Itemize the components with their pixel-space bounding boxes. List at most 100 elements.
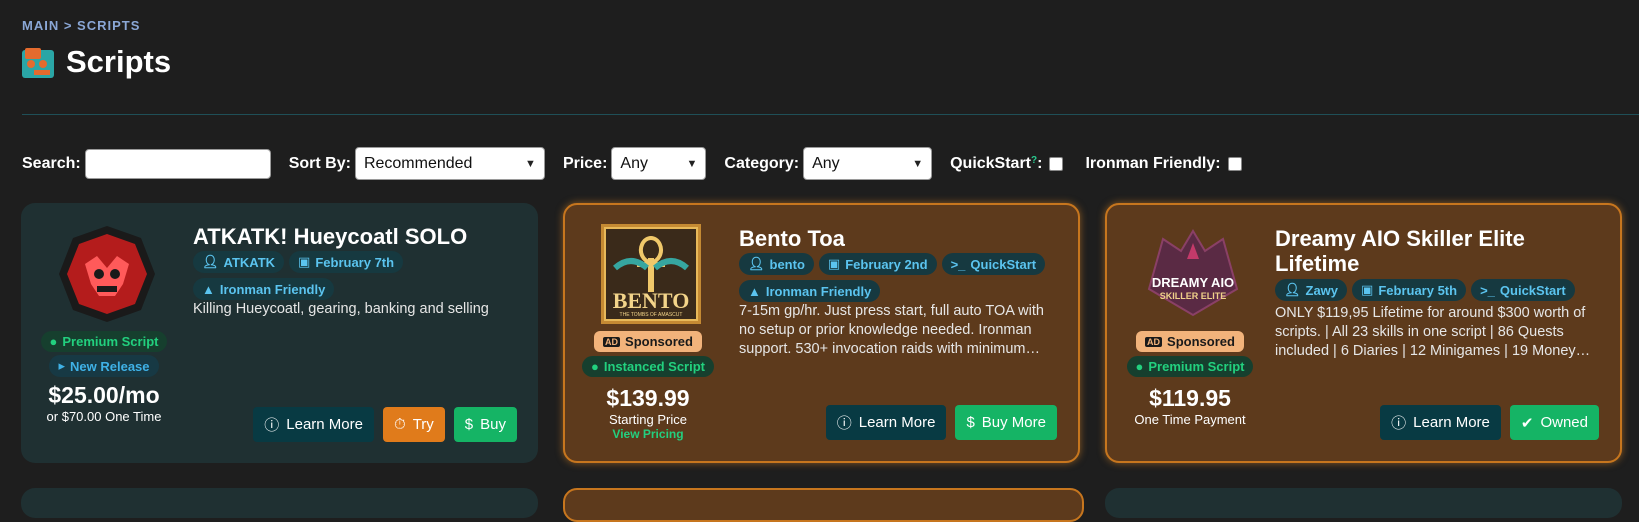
ironman-label: Ironman Friendly: (1085, 154, 1221, 172)
sort-label: Sort By: (288, 154, 351, 172)
check-icon: ✔ (1520, 414, 1534, 432)
sponsored-badge: AD Sponsored (1136, 331, 1244, 352)
view-pricing-link[interactable]: View Pricing (565, 427, 731, 441)
sort-select[interactable]: Recommended ▼ (354, 147, 545, 180)
breadcrumb[interactable]: MAIN > SCRIPTS (22, 18, 140, 33)
badge-stack: ● Premium Script (21, 331, 187, 352)
buy-button[interactable]: $ Buy (453, 407, 517, 442)
script-description: 7-15m gp/hr. Just press start, full auto… (739, 303, 1044, 357)
script-description: Killing Hueycoatl, gearing, banking and … (193, 301, 489, 317)
ad-icon: AD (1145, 336, 1163, 347)
page-header: Scripts (22, 44, 171, 80)
logo-sub: THE TOMBS OF AMASCUT (619, 312, 683, 318)
learn-more-button[interactable]: ⓘ Learn More (1380, 405, 1501, 440)
try-button[interactable]: ⏱ Try (382, 407, 445, 442)
badge-stack-2: ▸ New Release (21, 355, 187, 377)
terminal-icon: >_ (1480, 282, 1495, 298)
script-logo-bento[interactable]: BENTO THE TOMBS OF AMASCUT (601, 224, 701, 324)
script-card: ● Premium Script ▸ New Release $25.00/mo o… (21, 203, 538, 463)
chevron-down-icon: ▼ (525, 157, 536, 170)
price: $25.00/mo (48, 382, 160, 408)
author-chip[interactable]: 👤︎ ATKATK (193, 251, 285, 273)
meta-chips: 👤︎ ATKATK ▣ February 7th ▲ Ironman Friendly (193, 251, 513, 300)
price-block: $139.99 Starting Price View Pricing (565, 385, 731, 441)
date-chip: ▣ February 2nd (818, 253, 937, 275)
price-sub: or $70.00 One Time (46, 409, 162, 424)
script-card-sponsored: BENTO THE TOMBS OF AMASCUT AD Sponsored ●… (563, 203, 1080, 463)
ironman-chip: ▲ Ironman Friendly (193, 278, 335, 300)
logo-text: BENTO (612, 288, 690, 313)
author-chip[interactable]: 👤︎ bento (739, 253, 814, 275)
quickstart-label: QuickStart?: (950, 155, 1042, 173)
category-label: Category: (724, 154, 800, 172)
stopwatch-icon: ⏱ (393, 416, 406, 433)
next-card-peek (1105, 488, 1622, 518)
premium-badge: ● Premium Script (1126, 356, 1254, 377)
filter-bar: Search: Sort By: Recommended ▼ Price: An… (22, 147, 1264, 180)
badge-stack-2: ● Premium Script (1107, 356, 1273, 377)
price-select[interactable]: Any ▼ (611, 147, 707, 180)
script-name[interactable]: ATKATK! Hueycoatl SOLO (193, 224, 467, 249)
ironman-chip: ▲ Ironman Friendly (739, 280, 881, 302)
award-icon: ● (591, 359, 599, 374)
chevron-down-icon: ▼ (912, 157, 924, 170)
thumbs-up-icon: ▲ (202, 281, 215, 297)
logo-sub: SKILLER ELITE (1159, 291, 1227, 301)
card-actions: ⓘ Learn More $ Buy More (825, 405, 1057, 440)
dollar-icon: $ (464, 416, 474, 433)
next-card-peek (21, 488, 538, 518)
quickstart-chip: >_ QuickStart (941, 253, 1046, 275)
price-sub: Starting Price (608, 412, 688, 427)
script-name[interactable]: Bento Toa (739, 226, 845, 251)
owned-button[interactable]: ✔ Owned (1509, 405, 1599, 440)
calendar-icon: ▣ (1361, 282, 1374, 297)
ironman-checkbox[interactable] (1227, 156, 1242, 171)
award-icon: ● (49, 334, 58, 349)
author-chip[interactable]: 👤︎ Zawy (1275, 279, 1348, 301)
badge-stack-2: ● Instanced Script (565, 356, 731, 377)
premium-badge: ● Premium Script (40, 331, 168, 352)
sort-select-value: Recommended (363, 154, 473, 172)
date-chip: ▣ February 5th (1352, 279, 1467, 301)
script-card-sponsored: DREAMY AIO SKILLER ELITE AD Sponsored ● Pr… (1105, 203, 1622, 463)
calendar-icon: ▣ (298, 254, 311, 269)
chevron-down-icon: ▼ (686, 157, 698, 170)
new-release-badge: ▸ New Release (49, 355, 159, 377)
terminal-icon: >_ (950, 256, 966, 272)
badge-stack: AD Sponsored (565, 331, 731, 352)
page-title: Scripts (66, 44, 172, 79)
script-description: ONLY $119,95 Lifetime for around $300 wo… (1275, 305, 1591, 359)
price-sub: One Time Payment (1134, 412, 1246, 427)
price: $119.95 (1149, 385, 1231, 411)
badge-stack: AD Sponsored (1107, 331, 1273, 352)
header-divider (22, 114, 1639, 115)
ad-icon: AD (603, 336, 621, 347)
user-icon: 👤︎ (1284, 282, 1301, 297)
price-label: Price: (562, 154, 608, 172)
thumbs-up-icon: ▲ (748, 283, 761, 299)
info-icon: ⓘ (1391, 415, 1407, 432)
script-logo-dreamy[interactable]: DREAMY AIO SKILLER ELITE (1143, 229, 1243, 319)
search-input[interactable] (84, 148, 271, 179)
script-name[interactable]: Dreamy AIO Skiller Elite Lifetime (1275, 226, 1595, 276)
script-logo-hueycoatl[interactable] (57, 224, 157, 324)
quickstart-chip: >_ QuickStart (1471, 279, 1575, 301)
meta-chips: 👤︎ Zawy ▣ February 5th >_ QuickStart (1275, 279, 1605, 301)
search-label: Search: (22, 154, 81, 172)
buy-more-button[interactable]: $ Buy More (955, 405, 1057, 440)
card-actions: ⓘ Learn More ✔ Owned (1380, 405, 1599, 440)
award-icon: ● (1135, 359, 1144, 374)
quickstart-label-text: QuickStart (950, 154, 1032, 172)
learn-more-button[interactable]: ⓘ Learn More (825, 405, 947, 440)
megaphone-icon: ▸ (58, 358, 66, 373)
date-chip: ▣ February 7th (289, 251, 404, 273)
info-icon: ⓘ (836, 415, 852, 432)
price-block: $25.00/mo or $70.00 One Time (21, 382, 187, 424)
quickstart-checkbox[interactable] (1049, 156, 1064, 171)
meta-chips: 👤︎ bento ▣ February 2nd >_ QuickStart ▲ Iron… (739, 253, 1059, 302)
category-select[interactable]: Any ▼ (803, 147, 933, 180)
price-block: $119.95 One Time Payment (1107, 385, 1273, 427)
learn-more-button[interactable]: ⓘ Learn More (253, 407, 374, 442)
instanced-badge: ● Instanced Script (582, 356, 714, 377)
scripts-icon (22, 46, 54, 78)
